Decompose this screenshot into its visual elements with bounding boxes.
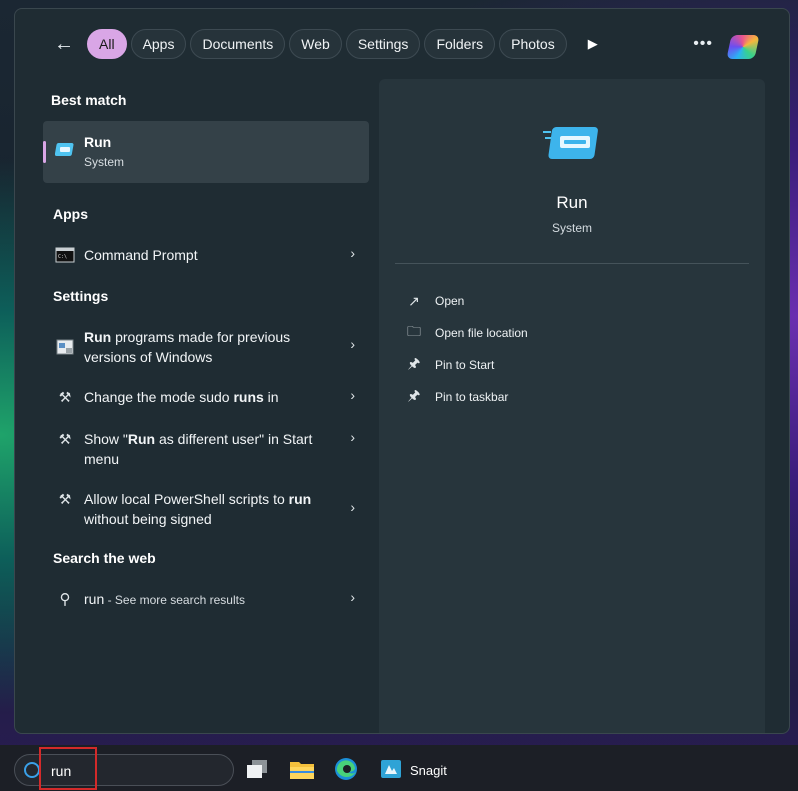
setting-powershell-scripts[interactable]: ⚒ Allow local PowerShell scripts to run … xyxy=(43,489,369,531)
search-icon: ⚲ xyxy=(59,591,71,608)
task-view-icon[interactable] xyxy=(244,757,270,781)
setting-0-rest: programs made for previous versions of W… xyxy=(84,329,291,365)
setting-run-old-programs[interactable]: Run programs made for previous versions … xyxy=(43,327,369,369)
action-pin-to-start-label: Pin to Start xyxy=(435,358,495,372)
pin-icon: 🖈 xyxy=(407,387,421,403)
best-match-subtitle: System xyxy=(84,155,125,169)
copilot-icon[interactable] xyxy=(726,35,760,59)
chip-all[interactable]: All xyxy=(87,29,127,59)
chevron-right-icon[interactable]: › xyxy=(350,336,355,352)
chevron-right-icon[interactable]: › xyxy=(350,387,355,403)
app-command-prompt[interactable]: C:\ Command Prompt › xyxy=(43,245,369,269)
setting-1-rest: in xyxy=(263,389,279,405)
web-suffix: - See more search results xyxy=(104,593,245,607)
run-app-icon xyxy=(55,143,74,156)
action-open-label: Open xyxy=(435,294,465,308)
settings-heading: Settings xyxy=(53,288,109,304)
chip-web[interactable]: Web xyxy=(289,29,342,59)
setting-2-bold: Run xyxy=(127,431,156,447)
command-prompt-label: Command Prompt xyxy=(84,247,198,263)
setting-sudo-mode[interactable]: ⚒ Change the mode sudo runs in › xyxy=(43,387,369,409)
back-arrow-icon[interactable]: ← xyxy=(51,31,77,57)
taskbar-search[interactable] xyxy=(14,754,234,786)
pin-icon: 🖈 xyxy=(407,355,421,371)
chip-settings[interactable]: Settings xyxy=(345,29,421,59)
command-prompt-icon: C:\ xyxy=(55,247,75,263)
chip-apps[interactable]: Apps xyxy=(130,29,187,59)
snagit-label: Snagit xyxy=(410,763,447,778)
taskbar: Snagit xyxy=(0,745,798,791)
setting-run-as-user[interactable]: ⚒ Show "Run as different user" in Start … xyxy=(43,429,369,471)
chip-photos[interactable]: Photos xyxy=(499,29,567,59)
chip-folders[interactable]: Folders xyxy=(424,29,496,59)
selection-indicator xyxy=(43,141,46,163)
run-app-large-icon xyxy=(543,127,598,159)
open-external-icon: ↗ xyxy=(408,292,420,309)
filter-bar: ← All Apps Documents Web Settings Folder… xyxy=(15,9,789,79)
setting-2-pre: Show " xyxy=(84,431,128,447)
setting-3-pre: Allow local PowerShell scripts to xyxy=(84,491,289,507)
more-options-icon[interactable]: ••• xyxy=(693,35,713,53)
developer-tools-icon: ⚒ xyxy=(58,388,72,405)
setting-3-rest: without being signed xyxy=(84,511,212,527)
action-open-file-location[interactable]: 🗀 Open file location xyxy=(405,323,528,343)
action-open-file-location-label: Open file location xyxy=(435,326,528,340)
compatibility-icon xyxy=(56,339,74,355)
best-match-title: Run xyxy=(84,134,112,150)
apps-heading: Apps xyxy=(53,206,88,222)
detail-divider xyxy=(395,263,749,264)
developer-tools-icon: ⚒ xyxy=(58,490,72,507)
more-filters-play-icon[interactable]: ▶ xyxy=(585,36,601,52)
setting-1-bold: runs xyxy=(233,389,264,405)
action-pin-to-taskbar-label: Pin to taskbar xyxy=(435,390,509,404)
snagit-icon[interactable] xyxy=(378,757,404,781)
start-search-panel: ← All Apps Documents Web Settings Folder… xyxy=(14,8,790,734)
chevron-right-icon[interactable]: › xyxy=(350,429,355,445)
developer-tools-icon: ⚒ xyxy=(58,430,72,447)
setting-3-bold: run xyxy=(288,491,312,507)
search-web-heading: Search the web xyxy=(53,550,156,566)
folder-icon: 🗀 xyxy=(407,323,421,339)
setting-1-pre: Change the mode sudo xyxy=(84,389,234,405)
chevron-right-icon[interactable]: › xyxy=(350,589,355,605)
chip-documents[interactable]: Documents xyxy=(190,29,286,59)
best-match-heading: Best match xyxy=(51,92,127,108)
web-search-result[interactable]: ⚲ run - See more search results › xyxy=(43,589,369,611)
action-open[interactable]: ↗ Open xyxy=(405,291,464,311)
action-pin-to-taskbar[interactable]: 🖈 Pin to taskbar xyxy=(405,387,509,407)
detail-pane: Run System ↗ Open 🗀 Open file location 🖈… xyxy=(379,79,765,733)
file-explorer-icon[interactable] xyxy=(289,757,315,781)
chevron-right-icon[interactable]: › xyxy=(350,499,355,515)
search-icon xyxy=(24,762,40,778)
chevron-right-icon[interactable]: › xyxy=(350,245,355,261)
taskbar-search-input[interactable] xyxy=(51,760,221,782)
detail-title: Run xyxy=(556,193,588,212)
detail-subtitle: System xyxy=(551,221,592,235)
setting-0-bold: Run xyxy=(84,329,112,345)
best-match-run[interactable]: Run System xyxy=(43,121,369,183)
web-query: run xyxy=(84,591,105,607)
action-pin-to-start[interactable]: 🖈 Pin to Start xyxy=(405,355,495,375)
svg-text:C:\: C:\ xyxy=(58,254,67,260)
edge-browser-icon[interactable] xyxy=(333,757,359,781)
